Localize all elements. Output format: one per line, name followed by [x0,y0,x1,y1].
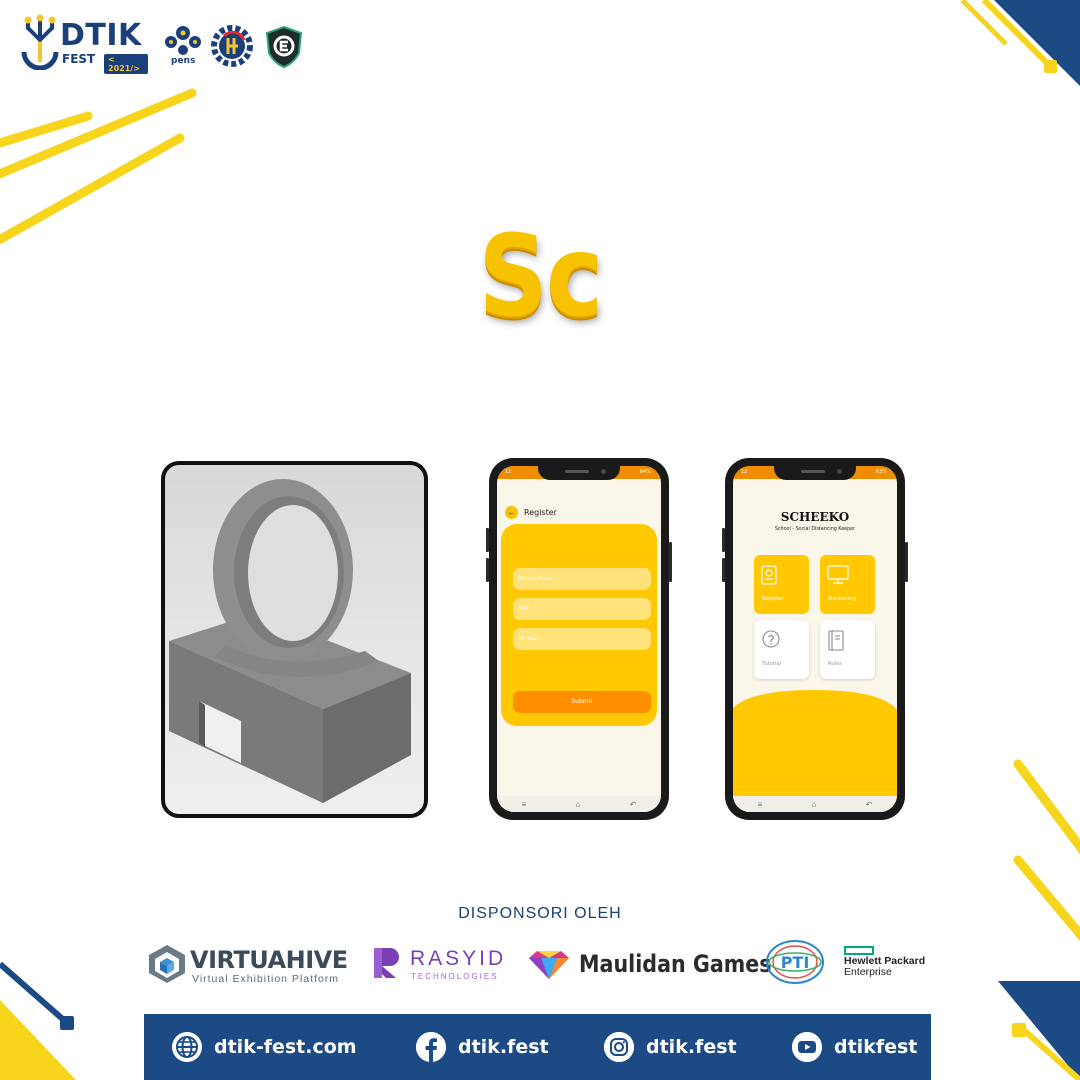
back-icon[interactable]: ↶ [630,800,637,809]
sponsor-maulidan-games: Maulidan Games [527,948,772,988]
hexagon-cube-icon [149,945,185,983]
gear-emblem-logo [211,25,253,67]
instagram-icon [604,1032,634,1062]
footer-website[interactable]: dtik-fest.com [172,1032,357,1062]
footer-youtube[interactable]: dtikfest [792,1032,917,1062]
home-icon[interactable]: ⌂ [812,800,817,809]
globe-icon [172,1032,202,1062]
phone-side-button [722,558,725,582]
camera-notch [538,466,620,480]
tile-rules-label: Rules [828,661,842,667]
maulidan-games-name: Maulidan Games [579,950,772,978]
tile-tutorial[interactable]: Tutorial [754,620,809,679]
instagram-handle[interactable]: dtik.fest [646,1036,737,1058]
brand-year-badge: < 2021/> [104,54,148,74]
facebook-handle[interactable]: dtik.fest [458,1036,549,1058]
tile-monitoring-label: Monitoring [828,596,856,602]
sponsor-rasyid: RASYID TECHNOLOGIES [370,946,510,986]
app-tagline: School - Social Distancing Keeper [774,527,856,532]
register-title: Register [524,508,557,517]
tile-register[interactable]: Register [754,555,809,614]
footer-bar: dtik-fest.com dtik.fest dtik.fest dtikfe… [144,1014,931,1080]
page-title: Sc [478,212,603,342]
hpe-line-2: Enterprise [844,966,892,978]
submit-button[interactable]: Submit [513,691,651,713]
back-icon[interactable]: ↶ [866,800,873,809]
student-name-input[interactable]: Nama Siswa [513,568,651,590]
website-link[interactable]: dtik-fest.com [214,1036,357,1058]
phone-side-button [722,528,725,552]
virtuahive-name: VIRTUAHIVE [190,946,348,974]
phone-power-button [669,542,672,582]
tile-rules[interactable]: Rules [820,620,875,679]
phone-register-mockup: 12 64% ← Register Nama Siswa NRP ID Alat… [486,458,672,820]
virtuahive-tagline: Virtual Exhibition Platform [192,973,340,985]
rasyid-r-icon [374,948,399,978]
shield-emblem-logo [265,25,303,69]
android-nav-bar: ≡ ⌂ ↶ [497,796,661,812]
sponsor-hpe: Hewlett Packard Enterprise [844,946,944,986]
brand-name: DTIK [60,18,142,53]
product-photo [161,461,428,818]
decor-corner-bottom-left [0,961,76,1080]
decor-corner-top-right [960,0,1080,86]
tile-register-label: Register [762,596,784,602]
decorative-wave [733,690,897,812]
app-name: SCHEEKO [780,510,850,524]
nrp-input[interactable]: NRP [513,598,651,620]
youtube-icon [792,1032,822,1062]
status-time: 12 [741,469,748,475]
pens-text: pens [171,56,196,66]
book-icon [828,630,844,651]
menu-icon[interactable]: ≡ [758,800,763,809]
pens-logo: pens [163,24,203,68]
facebook-icon [416,1032,446,1062]
register-form: Nama Siswa NRP ID Alat Submit [501,524,657,726]
phone-power-button [905,542,908,582]
monitor-icon [827,565,849,584]
footer-instagram[interactable]: dtik.fest [604,1032,737,1062]
sponsors-heading: DISPONSORI OLEH [458,905,622,922]
decor-stripes-right [1013,759,1080,942]
tile-tutorial-label: Tutorial [762,661,782,667]
dtik-fest-logo: DTIK FEST < 2021/> [18,14,148,74]
status-battery: 64% [639,469,651,475]
status-time: 12 [505,469,512,475]
brand-sub: FEST [62,52,96,66]
circuit-chip-icon [21,14,59,70]
home-icon[interactable]: ⌂ [576,800,581,809]
rasyid-name: RASYID [410,947,507,970]
sponsor-virtuahive: VIRTUAHIVE Virtual Exhibition Platform [148,942,348,988]
phone-side-button [486,528,489,552]
status-battery: 63% [875,469,887,475]
android-nav-bar: ≡ ⌂ ↶ [733,796,897,812]
decor-corner-bottom-right [998,981,1080,1080]
register-screen: 12 64% ← Register Nama Siswa NRP ID Alat… [497,466,661,812]
pti-logo: PTI [766,940,824,984]
hpe-rectangle-icon [844,946,874,955]
device-3d-render [169,479,411,803]
diamond-gem-icon [529,951,569,979]
youtube-handle[interactable]: dtikfest [834,1036,917,1058]
device-id-input[interactable]: ID Alat [513,628,651,650]
footer-facebook[interactable]: dtik.fest [416,1032,549,1062]
menu-icon[interactable]: ≡ [522,800,527,809]
phone-side-button [486,558,489,582]
question-bubble-icon [762,630,780,648]
back-arrow-icon[interactable]: ← [505,506,518,519]
pti-name: PTI [781,953,810,972]
id-card-icon [761,565,777,585]
tile-monitoring[interactable]: Monitoring [820,555,875,614]
sponsor-pti: PTI [765,938,825,986]
rasyid-tagline: TECHNOLOGIES [411,972,499,981]
home-screen: 12 63% SCHEEKO School - Social Distancin… [733,466,897,812]
phone-home-mockup: 12 63% SCHEEKO School - Social Distancin… [722,458,908,820]
camera-notch [774,466,856,480]
